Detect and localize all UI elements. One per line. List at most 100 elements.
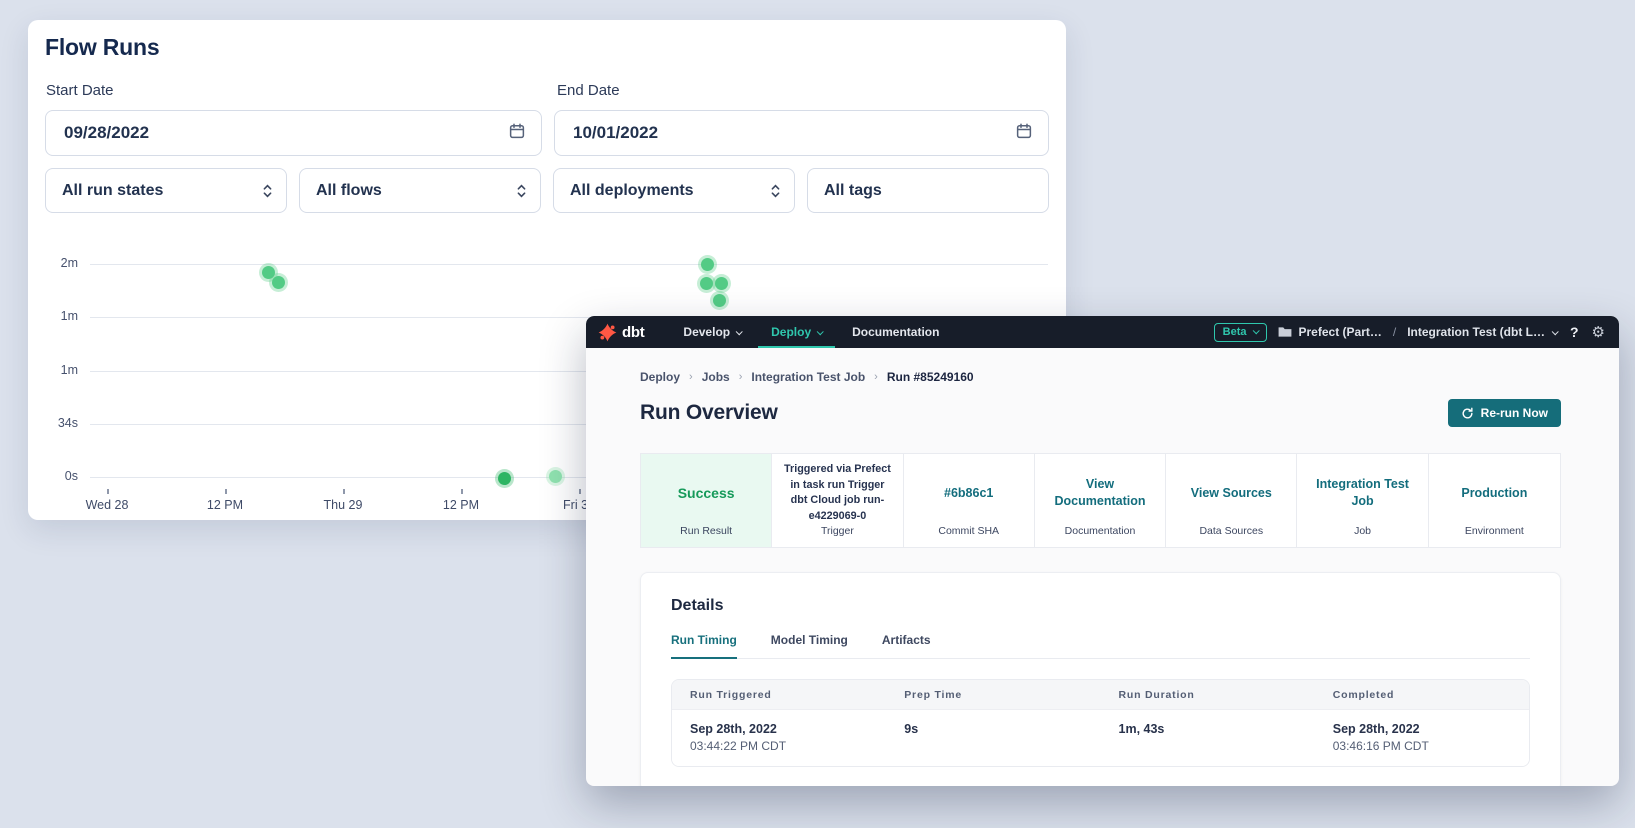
chevron-down-icon	[1252, 327, 1259, 334]
flow-run-point[interactable]	[700, 277, 713, 290]
dbt-navbar: dbt Develop Deploy Documentation Beta Pr…	[586, 316, 1619, 348]
chart-x-tick	[343, 489, 345, 494]
breadcrumb: Deploy › Jobs › Integration Test Job › Run #85…	[640, 370, 1561, 384]
breadcrumb-separator: ›	[689, 371, 693, 383]
gear-icon[interactable]: ⚙	[1592, 325, 1605, 340]
end-date-input[interactable]: 10/01/2022	[554, 110, 1049, 156]
chart-x-tick	[579, 489, 581, 494]
card-label: Data Sources	[1175, 525, 1287, 540]
card-label: Commit SHA	[913, 525, 1025, 540]
cell-secondary-text: 03:46:16 PM CDT	[1333, 739, 1529, 753]
column-header-run-triggered: Run Triggered	[672, 689, 886, 701]
breadcrumb-item-jobs[interactable]: Jobs	[702, 370, 730, 384]
breadcrumb-separator: ›	[874, 371, 878, 383]
flow-run-point[interactable]	[701, 258, 714, 271]
table-cell: 1m, 43s	[1101, 722, 1315, 753]
select-chevrons-icon	[262, 183, 273, 199]
breadcrumb-separator: ›	[739, 371, 743, 383]
start-date-label: Start Date	[46, 82, 114, 99]
run-timing-table: Run TriggeredPrep TimeRun DurationComple…	[671, 679, 1530, 767]
select-value: All deployments	[570, 182, 694, 200]
summary-card-data-sources[interactable]: View Sources Data Sources	[1166, 454, 1297, 547]
flow-run-point[interactable]	[262, 266, 275, 279]
calendar-icon[interactable]	[508, 122, 526, 145]
chart-x-tick-label: Thu 29	[308, 498, 378, 512]
chart-y-tick-label: 1m	[28, 363, 78, 377]
flow-run-point[interactable]	[549, 470, 562, 483]
summary-card-documentation[interactable]: View Documentation Documentation	[1035, 454, 1166, 547]
nav-item-label: Deploy	[771, 325, 811, 339]
start-date-value: 09/28/2022	[64, 123, 149, 143]
chevron-down-icon	[817, 328, 824, 335]
breadcrumb-item-integration-test-job[interactable]: Integration Test Job	[751, 370, 865, 384]
chevron-down-icon	[736, 328, 743, 335]
summary-card-environment[interactable]: Production Environment	[1429, 454, 1560, 547]
details-title: Details	[671, 597, 1530, 615]
filter-select-all-flows[interactable]: All flows	[299, 168, 541, 213]
run-summary-cards: Success Run Result Triggered via Prefect…	[640, 453, 1561, 548]
filter-select-all-deployments[interactable]: All deployments	[553, 168, 795, 213]
select-value: All tags	[824, 182, 882, 200]
project-name: Prefect (Part…	[1299, 325, 1382, 339]
flow-run-point[interactable]	[272, 276, 285, 289]
table-row: Sep 28th, 2022 03:44:22 PM CDT 9s 1m, 43…	[672, 709, 1529, 766]
chart-x-tick-label: Wed 28	[72, 498, 142, 512]
cell-primary-text: 1m, 43s	[1119, 722, 1315, 736]
tab-artifacts[interactable]: Artifacts	[882, 633, 931, 658]
table-cell: Sep 28th, 2022 03:46:16 PM CDT	[1315, 722, 1529, 753]
nav-item-deploy[interactable]: Deploy	[758, 316, 835, 348]
chart-x-tick-label: 12 PM	[190, 498, 260, 512]
card-value[interactable]: View Sources	[1191, 485, 1272, 502]
page-title: Flow Runs	[45, 34, 159, 61]
start-date-input[interactable]: 09/28/2022	[45, 110, 542, 156]
breadcrumb-item-deploy[interactable]: Deploy	[640, 370, 680, 384]
end-date-value: 10/01/2022	[573, 123, 658, 143]
folder-icon	[1278, 326, 1292, 338]
calendar-icon[interactable]	[1015, 122, 1033, 145]
select-chevrons-icon	[516, 183, 527, 199]
help-button[interactable]: ?	[1568, 324, 1581, 340]
nav-item-documentation[interactable]: Documentation	[839, 316, 952, 348]
flow-run-point[interactable]	[498, 472, 511, 485]
cell-primary-text: 9s	[904, 722, 1100, 736]
dbt-nav-menu: Develop Deploy Documentation	[670, 316, 952, 348]
details-card: Details Run TimingModel TimingArtifacts …	[640, 572, 1561, 786]
table-cell: 9s	[886, 722, 1100, 753]
dbt-logo[interactable]: dbt	[598, 316, 644, 348]
summary-card-run-result: Success Run Result	[641, 454, 772, 547]
rerun-now-label: Re-run Now	[1481, 406, 1548, 420]
dbt-nav-right: Beta Prefect (Part… / Integration Test (…	[1214, 316, 1605, 348]
card-value[interactable]: Production	[1461, 485, 1527, 502]
chart-y-tick-label: 2m	[28, 256, 78, 270]
card-value[interactable]: View Documentation	[1044, 476, 1156, 510]
summary-card-job[interactable]: Integration Test Job Job	[1297, 454, 1428, 547]
card-value[interactable]: #6b86c1	[944, 485, 993, 502]
table-header-row: Run TriggeredPrep TimeRun DurationComple…	[672, 680, 1529, 709]
rerun-now-button[interactable]: Re-run Now	[1448, 399, 1561, 427]
project-selector[interactable]: Prefect (Part…	[1278, 325, 1382, 339]
dbt-logo-text: dbt	[622, 324, 644, 341]
filter-select-all-tags[interactable]: All tags	[807, 168, 1049, 213]
end-date-label: End Date	[557, 82, 620, 99]
details-tabs: Run Timing Model Timing Artifacts	[671, 633, 1530, 659]
nav-item-label: Documentation	[852, 325, 939, 339]
beta-label: Beta	[1223, 326, 1247, 338]
card-value[interactable]: Integration Test Job	[1306, 476, 1418, 510]
tab-run-timing[interactable]: Run Timing	[671, 633, 737, 659]
environment-selector[interactable]: Integration Test (dbt L…	[1407, 325, 1557, 339]
summary-card-commit-sha[interactable]: #6b86c1 Commit SHA	[904, 454, 1035, 547]
environment-name: Integration Test (dbt L…	[1407, 325, 1545, 339]
dbt-content: Deploy › Jobs › Integration Test Job › Run #85…	[586, 348, 1619, 786]
flow-run-point[interactable]	[715, 277, 728, 290]
column-header-completed: Completed	[1315, 689, 1529, 701]
nav-item-develop[interactable]: Develop	[670, 316, 754, 348]
chart-y-tick-label: 34s	[28, 416, 78, 430]
breadcrumb-item-run-85249160: Run #85249160	[887, 370, 974, 384]
tab-model-timing[interactable]: Model Timing	[771, 633, 848, 658]
beta-dropdown[interactable]: Beta	[1214, 323, 1267, 342]
refresh-icon	[1461, 407, 1474, 420]
run-overview-title: Run Overview	[640, 401, 778, 425]
filter-select-all-run-states[interactable]: All run states	[45, 168, 287, 213]
select-value: All flows	[316, 182, 382, 200]
flow-run-point[interactable]	[713, 294, 726, 307]
